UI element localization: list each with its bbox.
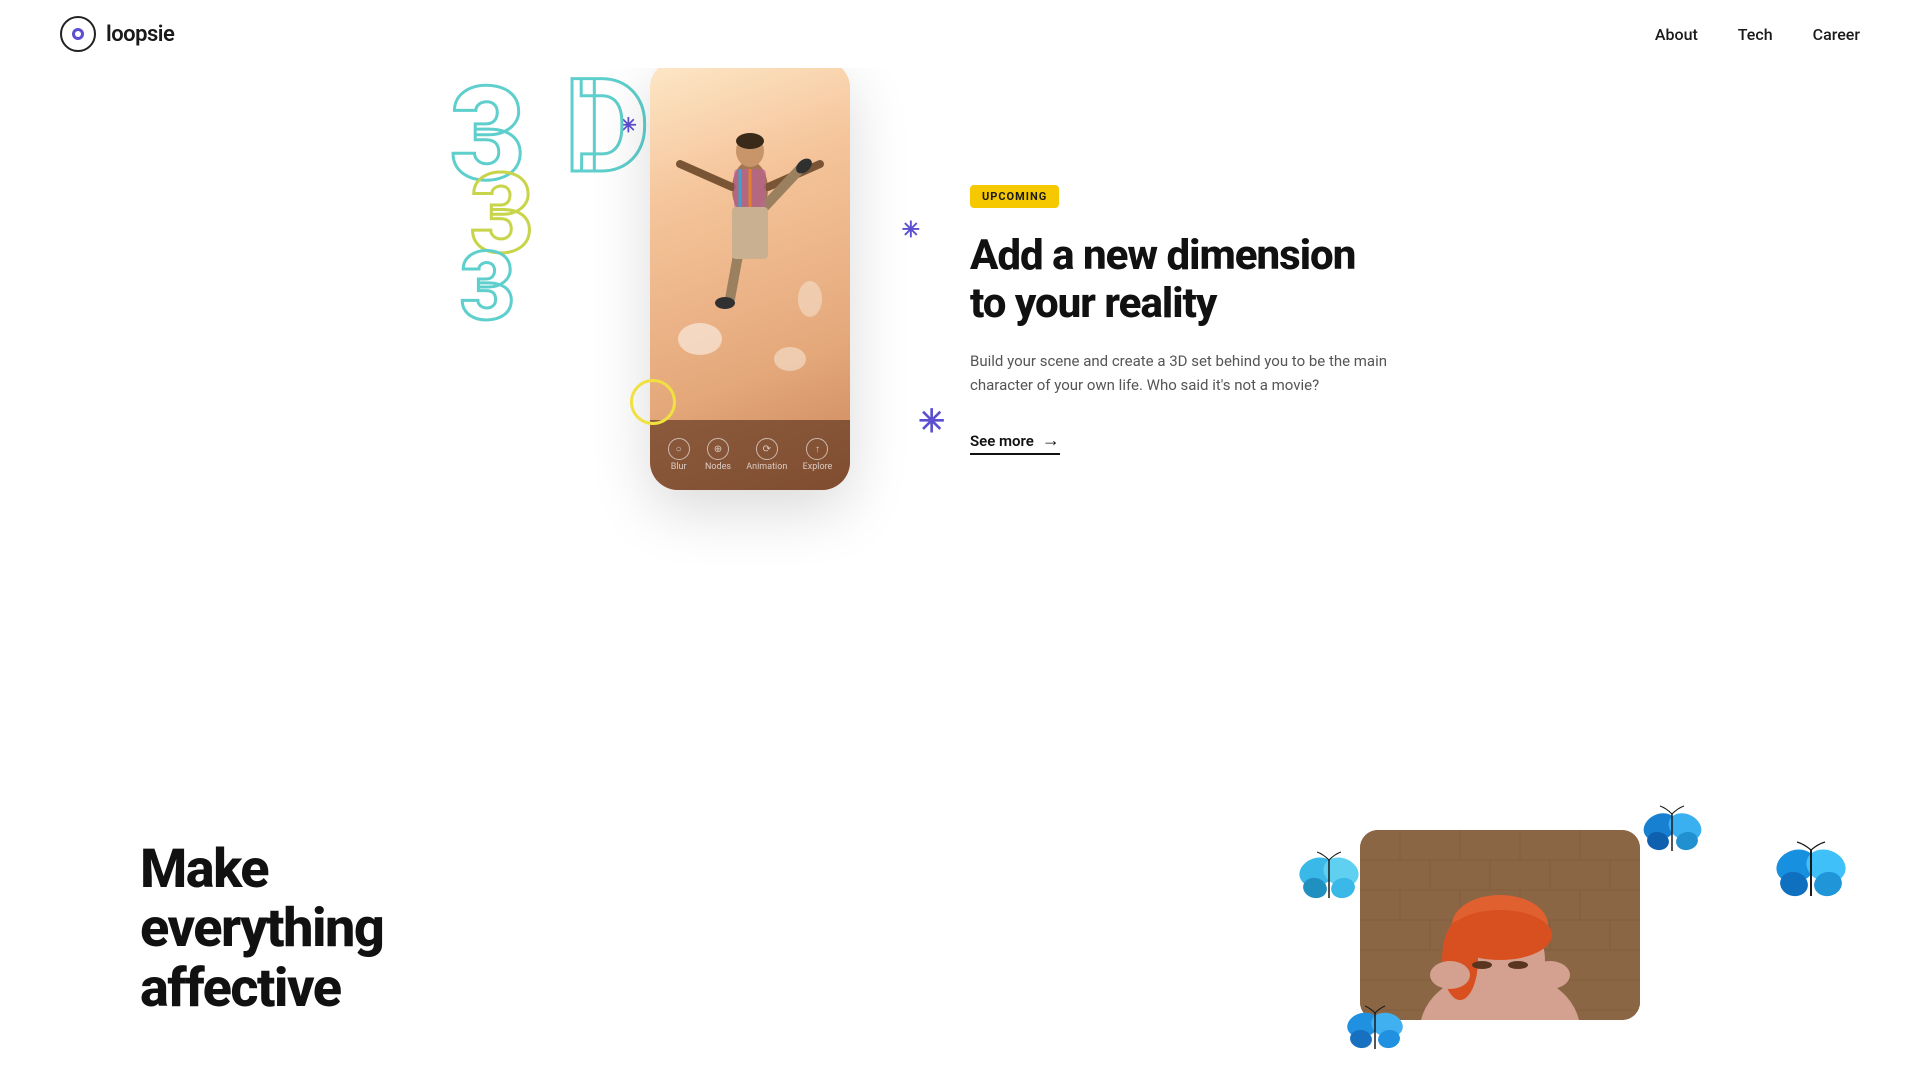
- feature-heading: Add a new dimension to your reality: [970, 232, 1390, 329]
- feature-content: UPCOMING Add a new dimension to your rea…: [970, 185, 1390, 455]
- person-svg: [1360, 830, 1640, 1020]
- phone-nav-animation: ⟳ Animation: [746, 438, 787, 472]
- butterfly-1: [1295, 850, 1363, 905]
- section-butterfly: Make everything affective: [0, 820, 1920, 1040]
- phone-bottom-nav: ○ Blur ⊕ Nodes ⟳ Animation ↑ Explore: [650, 420, 850, 490]
- butterfly-2: [1345, 1005, 1405, 1055]
- person-photo: [1360, 830, 1640, 1020]
- deco-num-3-2: 3: [470, 160, 534, 270]
- logo-icon: [60, 16, 96, 52]
- phone-nav-explore: ↑ Explore: [803, 438, 833, 472]
- blur-icon: ○: [668, 438, 690, 460]
- butterfly-4: [1772, 840, 1850, 904]
- phone-nav-nodes: ⊕ Nodes: [705, 438, 731, 472]
- nav-about[interactable]: About: [1655, 25, 1698, 44]
- logo-text: loopsie: [106, 22, 174, 47]
- arrow-icon: →: [1042, 430, 1060, 451]
- animation-icon: ⟳: [756, 438, 778, 460]
- phone-nav-blur: ○ Blur: [668, 438, 690, 472]
- butterfly-text: Make everything affective: [140, 820, 520, 1018]
- butterfly-3: [1640, 805, 1705, 857]
- photo-frame: [1360, 830, 1640, 1020]
- upcoming-badge: UPCOMING: [970, 185, 1059, 208]
- cursor-circle: [630, 379, 676, 425]
- nav-career[interactable]: Career: [1813, 25, 1860, 44]
- deco-asterisk-4: ✳: [918, 402, 945, 440]
- logo[interactable]: loopsie: [60, 16, 174, 52]
- phone-mockup: ○ Blur ⊕ Nodes ⟳ Animation ↑ Explore: [650, 60, 850, 490]
- deco-asterisk-3: ✳: [902, 220, 920, 242]
- spacer: [0, 640, 1920, 820]
- explore-icon: ↑: [806, 438, 828, 460]
- deco-num-3-1: 3: [450, 70, 525, 200]
- phone-screen: ○ Blur ⊕ Nodes ⟳ Animation ↑ Explore: [650, 60, 850, 490]
- section-3d: ✻ ✳ 3 3 3 D: [0, 0, 1920, 640]
- deco-asterisk-2: ✳: [620, 115, 637, 135]
- nav-links: About Tech Career: [1655, 25, 1860, 44]
- navbar: loopsie About Tech Career: [0, 0, 1920, 68]
- feature-description: Build your scene and create a 3D set beh…: [970, 349, 1390, 399]
- dancer-figure: [670, 69, 830, 399]
- deco-num-3-3: 3: [460, 240, 515, 335]
- nodes-icon: ⊕: [707, 438, 729, 460]
- nav-tech[interactable]: Tech: [1738, 25, 1773, 44]
- phone-area: ✻ ✳ 3 3 3 D: [530, 60, 890, 580]
- make-heading: Make everything affective: [140, 840, 520, 1018]
- butterfly-area: [1280, 820, 1780, 1040]
- see-more-link[interactable]: See more →: [970, 430, 1060, 455]
